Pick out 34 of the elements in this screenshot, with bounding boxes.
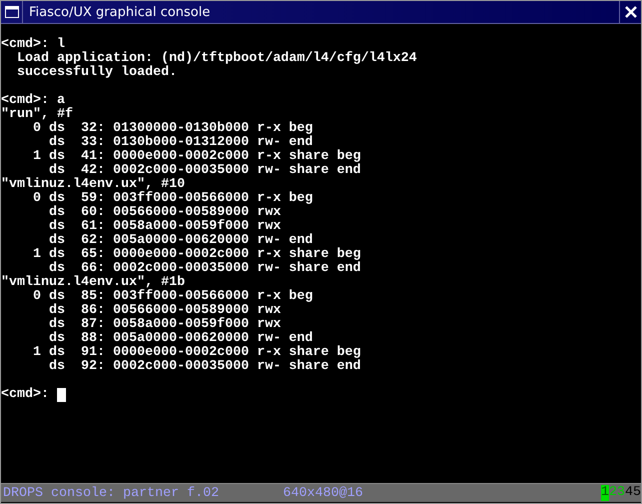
console-tab[interactable]: 5 [633, 485, 641, 501]
console-line: Load application: (nd)/tftpboot/adam/l4/cfg/l4lx24 [16, 52, 418, 66]
console-name: DROPS console: partner f.02 [3, 486, 220, 500]
console-line: ds 33: 0130b000-01312000 rw- end [48, 136, 313, 150]
window-icon [4, 6, 18, 18]
console-line: 1 ds 41: 0000e000-0002c000 r-x share beg [32, 150, 362, 164]
console-line: ds 92: 0002c000-00035000 rw- share end [48, 360, 362, 374]
console-line: 0 ds 32: 01300000-0130b000 r-x beg [32, 122, 314, 136]
console-line: "run", #f [1, 108, 74, 122]
console-line: ds 61: 0058a000-0059f000 rwx [48, 220, 282, 234]
console-line: 0 ds 59: 003ff000-00566000 r-x beg [32, 192, 314, 206]
window-title: Fiasco/UX graphical console [29, 4, 212, 20]
console-line: "vmlinuz.l4env.ux", #1b [1, 276, 185, 290]
console-line: ds 88: 005a0000-00620000 rw- end [48, 332, 313, 346]
console-line: ds 66: 0002c000-00035000 rw- share end [48, 262, 362, 276]
console-line: 1 ds 91: 0000e000-0002c000 r-x share beg [32, 346, 362, 360]
console-line: <cmd>: a [1, 94, 65, 108]
console-line: ds 42: 0002c000-00035000 rw- share end [48, 164, 362, 178]
console-line: successfully loaded. [16, 66, 178, 80]
console-line: ds 86: 00566000-00589000 rwx [48, 304, 282, 318]
console-line: 1 ds 65: 0000e000-0002c000 r-x share beg [32, 248, 362, 262]
console-line: <cmd>: l [1, 38, 65, 52]
console-tab[interactable]: 2 [609, 485, 617, 501]
console-line: ds 87: 0058a000-0059f000 rwx [48, 318, 282, 332]
console-tab[interactable]: 1 [601, 485, 609, 501]
console-line: "vmlinuz.l4env.ux", #10 [1, 178, 185, 192]
console-tab[interactable]: 4 [625, 485, 633, 501]
console-line: ds 62: 005a0000-00620000 rw- end [48, 234, 313, 248]
console-line: 0 ds 85: 003ff000-00566000 r-x beg [32, 290, 314, 304]
console-line: ds 60: 00566000-00589000 rwx [48, 206, 282, 220]
video-mode: 640x480@16 [283, 486, 364, 500]
command-prompt: <cmd>: [1, 388, 50, 402]
close-icon [624, 6, 636, 18]
console-tab[interactable]: 3 [617, 485, 625, 501]
